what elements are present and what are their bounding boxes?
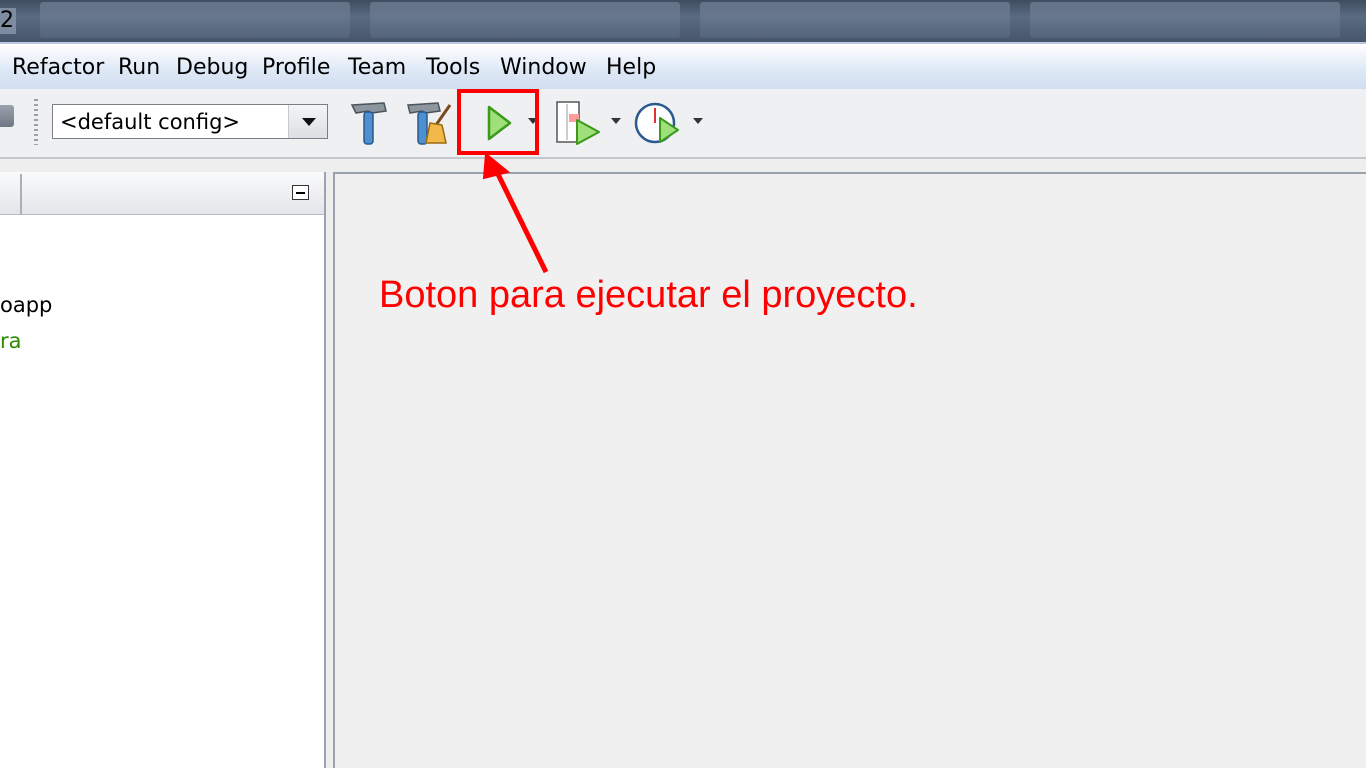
annotation-arrow: [482, 152, 549, 274]
annotation-text: Boton para ejecutar el proyecto.: [379, 274, 918, 316]
